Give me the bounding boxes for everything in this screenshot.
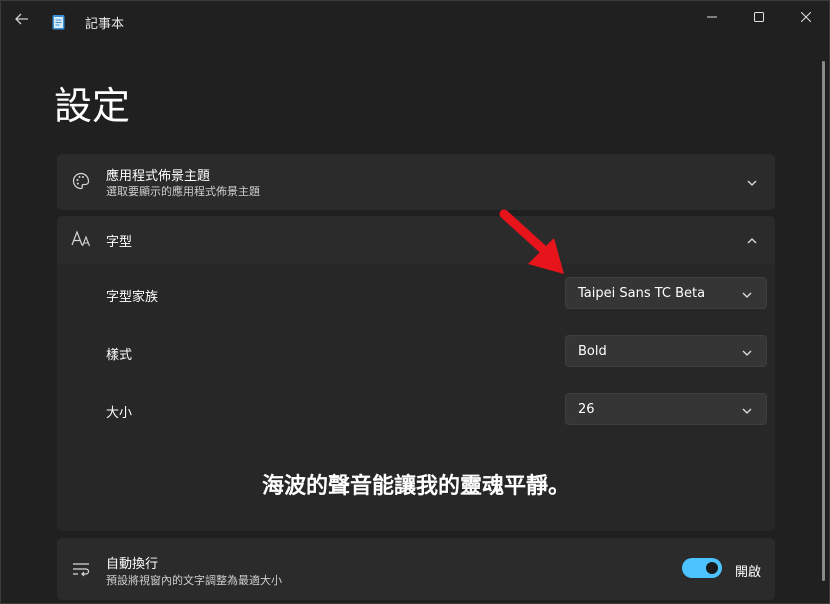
- font-icon: [71, 229, 91, 249]
- maximize-button[interactable]: [736, 1, 782, 33]
- word-wrap-card: 自動換行 預設將視窗內的文字調整為最適大小 開啟: [57, 538, 775, 600]
- app-theme-subtitle: 選取要顯示的應用程式佈景主題: [106, 185, 260, 198]
- font-size-label: 大小: [106, 406, 133, 421]
- font-family-select[interactable]: Taipei Sans TC Beta: [565, 277, 767, 309]
- word-wrap-toggle-label: 開啟: [735, 565, 762, 580]
- chevron-up-icon[interactable]: [745, 233, 759, 247]
- notepad-settings-window: 記事本 設定 應用程式佈景主題 選取要顯示的應用程式佈景主題 字型 字型家族 T…: [0, 0, 830, 604]
- font-family-value: Taipei Sans TC Beta: [578, 286, 706, 301]
- palette-icon: [71, 171, 91, 191]
- chevron-down-icon: [740, 403, 754, 417]
- chevron-down-icon[interactable]: [745, 175, 759, 189]
- scrollbar[interactable]: [822, 61, 825, 581]
- arrow-left-icon[interactable]: [11, 11, 33, 33]
- notepad-icon: [52, 14, 65, 30]
- toggle-knob: [706, 562, 718, 574]
- font-style-select[interactable]: Bold: [565, 335, 767, 367]
- font-size-value: 26: [578, 402, 595, 417]
- minimize-icon: [707, 16, 717, 18]
- app-theme-card[interactable]: 應用程式佈景主題 選取要顯示的應用程式佈景主題: [57, 154, 775, 210]
- font-style-value: Bold: [578, 344, 607, 359]
- page-title: 設定: [54, 84, 131, 128]
- maximize-icon: [754, 12, 764, 22]
- word-wrap-icon: [71, 559, 91, 579]
- close-button[interactable]: [783, 1, 829, 33]
- chevron-down-icon: [740, 345, 754, 359]
- font-card: 字型 字型家族 Taipei Sans TC Beta 樣式 Bold 大小 2…: [57, 216, 775, 531]
- window-title: 記事本: [85, 17, 125, 32]
- word-wrap-toggle[interactable]: [682, 558, 722, 578]
- title-bar: 記事本: [1, 1, 829, 41]
- app-theme-title: 應用程式佈景主題: [106, 169, 211, 184]
- chevron-down-icon: [740, 287, 754, 301]
- font-style-label: 樣式: [106, 348, 133, 363]
- word-wrap-title: 自動換行: [106, 557, 159, 572]
- font-family-label: 字型家族: [106, 290, 159, 305]
- font-preview-text: 海波的聲音能讓我的靈魂平靜。: [261, 474, 570, 499]
- minimize-button[interactable]: [689, 1, 735, 33]
- font-size-select[interactable]: 26: [565, 393, 767, 425]
- font-card-header[interactable]: 字型: [57, 216, 775, 264]
- close-icon: [801, 12, 811, 22]
- font-title: 字型: [106, 235, 133, 250]
- red-arrow-annotation: [499, 209, 564, 274]
- word-wrap-subtitle: 預設將視窗內的文字調整為最適大小: [106, 574, 282, 587]
